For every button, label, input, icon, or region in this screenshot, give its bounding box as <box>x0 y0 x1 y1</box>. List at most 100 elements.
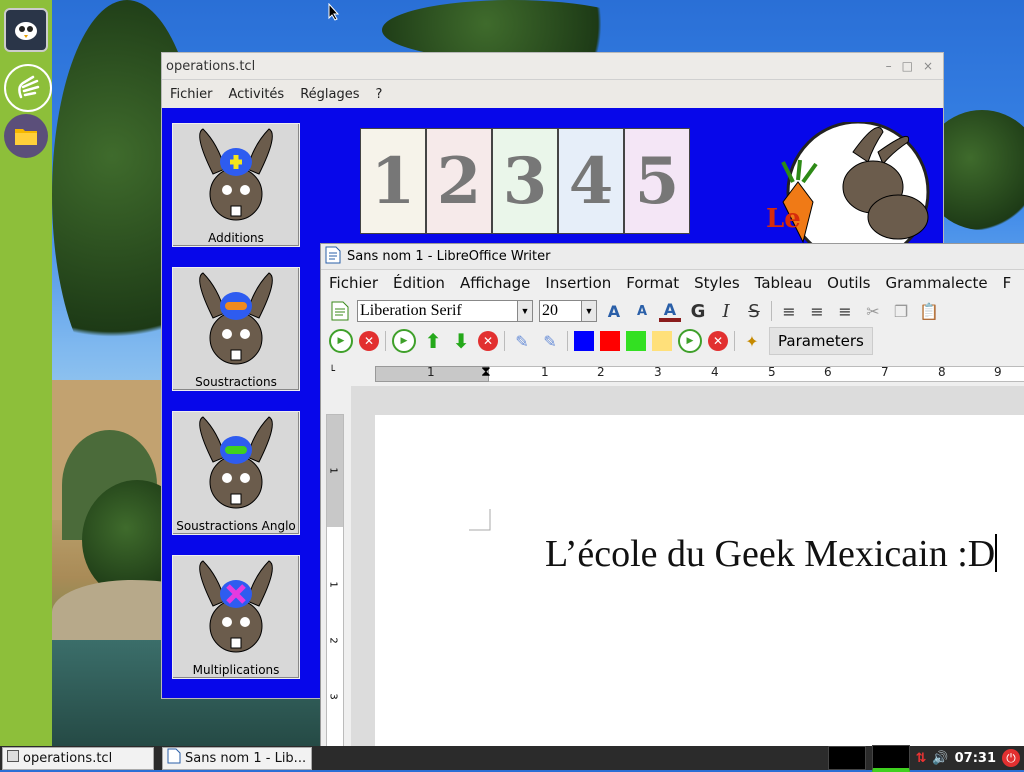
menu-activites[interactable]: Activités <box>229 87 285 102</box>
font-name-value: Liberation Serif <box>360 302 462 319</box>
menu-edition[interactable]: Édition <box>393 274 445 292</box>
minimize-button[interactable]: – <box>886 59 892 73</box>
copy-icon[interactable]: ❐ <box>890 300 912 322</box>
menu-outils[interactable]: Outils <box>827 274 870 292</box>
network-monitor[interactable] <box>871 744 910 772</box>
number-tile: 1 <box>360 128 426 234</box>
close-button[interactable]: × <box>923 59 933 73</box>
color-green-swatch[interactable] <box>626 331 646 351</box>
operations-menubar: Fichier Activités Réglages ? <box>162 80 943 109</box>
color-blue-swatch[interactable] <box>574 331 594 351</box>
align-center-icon[interactable]: ≡ <box>806 300 828 322</box>
operations-titlebar[interactable]: operations.tcl – □ × <box>162 53 943 80</box>
hand-icon[interactable] <box>4 64 52 112</box>
arrow-down-icon[interactable]: ⬇ <box>450 329 472 353</box>
tool-icon[interactable]: ✎ <box>511 330 533 352</box>
window-title: operations.tcl <box>166 58 256 74</box>
ruler-label: 4 <box>711 365 719 379</box>
separator <box>567 331 568 351</box>
color-red-swatch[interactable] <box>600 331 620 351</box>
menu-insertion[interactable]: Insertion <box>545 274 611 292</box>
stop-icon[interactable]: ✕ <box>359 331 379 351</box>
color-yellow-swatch[interactable] <box>652 331 672 351</box>
play-2-icon[interactable]: ▶ <box>678 329 702 353</box>
arrow-up-icon[interactable]: ⬆ <box>422 329 444 353</box>
strikethrough-button[interactable]: S <box>743 300 765 322</box>
record-icon[interactable]: ▶ <box>392 329 416 353</box>
cpu-monitor[interactable] <box>827 746 866 770</box>
font-color-icon[interactable]: A <box>659 300 681 322</box>
bold-button[interactable]: G <box>687 300 709 322</box>
task-label: Sans nom 1 - Lib... <box>185 750 307 766</box>
shrink-font-icon[interactable]: A <box>631 300 653 322</box>
additions-button[interactable]: Additions <box>172 123 300 247</box>
menu-grammalecte[interactable]: Grammalecte <box>886 274 988 292</box>
paragraph-style-icon[interactable] <box>329 300 351 322</box>
align-left-icon[interactable]: ≡ <box>778 300 800 322</box>
stop-2-icon[interactable]: ✕ <box>708 331 728 351</box>
multiplications-button[interactable]: Multiplications <box>172 555 300 679</box>
folder-icon[interactable] <box>4 114 48 158</box>
number-tile: 2 <box>426 128 492 234</box>
separator <box>771 301 772 321</box>
menu-tableau[interactable]: Tableau <box>755 274 813 292</box>
soustractions-anglo-label: Soustractions Anglo <box>176 519 296 533</box>
ruler-label: 2 <box>327 637 339 644</box>
writer-titlebar[interactable]: Sans nom 1 - LibreOffice Writer <box>321 244 1024 270</box>
menu-fichier[interactable]: Fichier <box>329 274 378 292</box>
ruler-label: 1 <box>327 581 339 588</box>
delete-icon[interactable]: ✕ <box>478 331 498 351</box>
menu-help[interactable]: ? <box>376 87 383 102</box>
vertical-ruler[interactable]: 1 1 2 3 <box>326 414 344 749</box>
cut-icon[interactable]: ✂ <box>862 300 884 322</box>
task-writer[interactable]: Sans nom 1 - Lib... <box>162 746 312 770</box>
taskbar: operations.tcl Sans nom 1 - Lib... ⇅ 🔊 0… <box>0 744 1024 772</box>
system-tray: ⇅ 🔊 07:31 ⏻ <box>827 744 1024 772</box>
text-cursor <box>995 534 998 572</box>
menu-affichage[interactable]: Affichage <box>460 274 530 292</box>
rabbit-carrot-logo: Le <box>758 120 938 264</box>
menu-reglages[interactable]: Réglages <box>300 87 359 102</box>
menu-more[interactable]: F <box>1003 274 1012 292</box>
horizontal-ruler[interactable]: └ 1 ⧗ 1 2 3 4 5 6 7 8 9 <box>321 362 1024 384</box>
menu-format[interactable]: Format <box>626 274 679 292</box>
tool-2-icon[interactable]: ✎ <box>539 330 561 352</box>
rabbit-icon <box>199 272 273 365</box>
task-operations[interactable]: operations.tcl <box>2 746 154 770</box>
volume-icon[interactable]: 🔊 <box>932 751 948 766</box>
font-name-combo[interactable]: Liberation Serif ▼ <box>357 300 533 322</box>
ruler-label: 5 <box>768 365 776 379</box>
wand-icon[interactable]: ✦ <box>741 330 763 352</box>
parameters-button[interactable]: Parameters <box>769 327 873 355</box>
power-icon[interactable]: ⏻ <box>1002 749 1020 767</box>
number-tiles-banner: 1 2 3 4 5 <box>360 128 690 234</box>
tab-stop-icon[interactable]: └ <box>329 366 335 377</box>
document-page[interactable]: L’école du Geek Mexicain :D <box>375 415 1024 747</box>
maximize-button[interactable]: □ <box>902 59 913 73</box>
align-right-icon[interactable]: ≡ <box>834 300 856 322</box>
chevron-down-icon[interactable]: ▼ <box>517 301 532 321</box>
menu-fichier[interactable]: Fichier <box>170 87 213 102</box>
soustractions-button[interactable]: Soustractions <box>172 267 300 391</box>
menu-styles[interactable]: Styles <box>694 274 740 292</box>
italic-button[interactable]: I <box>715 300 737 322</box>
document-icon <box>167 748 181 768</box>
pidgin-owl-icon[interactable] <box>4 8 48 52</box>
formatting-toolbar: Liberation Serif ▼ 20 ▼ A A A G I S ≡ ≡ … <box>321 296 1024 326</box>
multiplications-label: Multiplications <box>192 663 280 677</box>
play-icon[interactable]: ▶ <box>329 329 353 353</box>
ruler-label: 3 <box>327 693 339 700</box>
document-text-line[interactable]: L’école du Geek Mexicain :D <box>545 532 998 576</box>
paste-icon[interactable]: 📋 <box>918 300 940 322</box>
chevron-down-icon[interactable]: ▼ <box>581 301 596 321</box>
ruler-label: 8 <box>938 365 946 379</box>
grow-font-icon[interactable]: A <box>603 300 625 322</box>
margin-corner-mark <box>469 509 491 531</box>
clock[interactable]: 07:31 <box>955 751 996 766</box>
ruler-label: 3 <box>654 365 662 379</box>
indent-marker-icon[interactable]: ⧗ <box>481 364 491 380</box>
number-tile: 5 <box>624 128 690 234</box>
soustractions-anglo-button[interactable]: Soustractions Anglo <box>172 411 300 535</box>
font-size-combo[interactable]: 20 ▼ <box>539 300 597 322</box>
network-activity-icon[interactable]: ⇅ <box>916 751 927 766</box>
